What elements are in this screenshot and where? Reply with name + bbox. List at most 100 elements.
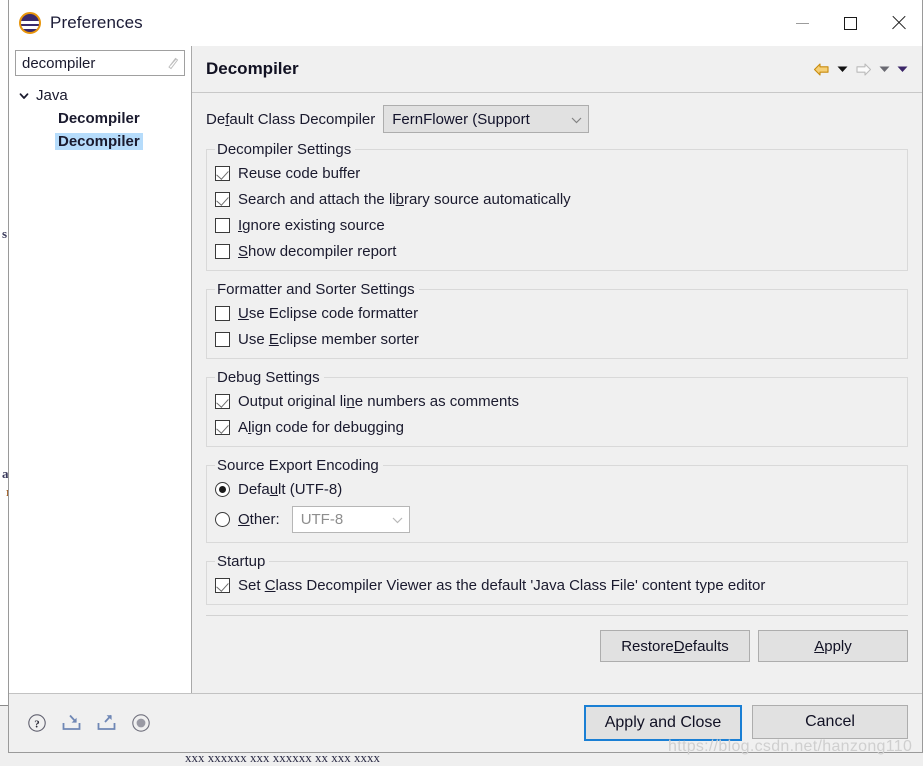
chevron-down-icon[interactable] [837,65,848,73]
page-button-row: Restore Defaults Apply [206,624,908,672]
window-title: Preferences [50,13,143,32]
footer-icon-group: ? [27,713,151,733]
tree-item-label: Decompiler [58,110,140,127]
preferences-sidebar: Java Decompiler Decompiler [9,46,191,693]
chevron-down-icon[interactable] [15,90,33,102]
maximize-button[interactable] [826,0,874,46]
checkbox-box[interactable] [215,577,230,593]
encoding-combo-value: UTF-8 [300,510,344,528]
title-bar: Preferences [9,0,922,46]
radio-other-encoding[interactable]: Other: UTF-8 [215,502,907,536]
default-class-decompiler-row: Default Class Decompiler FernFlower (Sup… [206,105,908,133]
page-nav-tools [813,62,912,77]
group-legend: Formatter and Sorter Settings [217,281,415,298]
tree-item-decompiler-1[interactable]: Decompiler [15,107,185,130]
checkbox-search-attach-library-source[interactable]: Search and attach the library source aut… [215,186,907,212]
minimize-icon [795,22,809,24]
preferences-dialog: Preferences decompiler Java Decompiler D… [8,0,923,753]
checkbox-align-code-for-debugging[interactable]: Align code for debugging [215,414,907,440]
checkbox-show-decompiler-report[interactable]: Show decompiler report [215,238,907,264]
page-header: Decompiler [192,46,922,93]
checkbox-reuse-code-buffer[interactable]: Reuse code buffer [215,160,907,186]
radio-label: Other: [238,510,280,528]
checkbox-label: Set Class Decompiler Viewer as the defau… [238,576,766,594]
page-content: Default Class Decompiler FernFlower (Sup… [192,93,922,693]
group-legend: Decompiler Settings [217,141,352,158]
checkbox-label: Use Eclipse code formatter [238,304,419,322]
arrow-left-icon[interactable] [813,62,830,77]
checkbox-box[interactable] [215,393,230,409]
checkbox-ignore-existing-source[interactable]: Ignore existing source [215,212,907,238]
background-char: s [2,226,8,241]
checkbox-box[interactable] [215,305,230,321]
encoding-combo[interactable]: UTF-8 [291,505,410,533]
group-debug-settings: Debug Settings Output original line numb… [206,369,908,447]
checkbox-box[interactable] [215,331,230,347]
checkbox-label: Reuse code buffer [238,164,361,182]
radio-box[interactable] [215,481,230,497]
checkbox-box[interactable] [215,165,230,181]
eclipse-logo-icon [19,12,41,34]
group-formatter-sorter-settings: Formatter and Sorter Settings Use Eclips… [206,281,908,359]
checkbox-label: Output original line numbers as comments [238,392,519,410]
page-title: Decompiler [206,59,299,78]
radio-label: Default (UTF-8) [238,480,343,498]
export-icon[interactable] [96,713,117,733]
checkbox-label: Use Eclipse member sorter [238,330,419,348]
svg-text:?: ? [34,718,40,730]
tree-item-label: Decompiler [55,133,143,150]
apply-and-close-button[interactable]: Apply and Close [584,705,742,741]
clear-icon[interactable] [166,56,180,70]
default-class-decompiler-label: Default Class Decompiler [206,110,376,128]
preferences-page: Decompiler Default Class Decompiler Fern… [191,46,922,693]
cancel-button[interactable]: Cancel [752,705,908,739]
apply-button[interactable]: Apply [758,630,908,662]
import-icon[interactable] [61,713,82,733]
checkbox-label: Search and attach the library source aut… [238,190,571,208]
group-legend: Source Export Encoding [217,457,379,474]
chevron-down-icon [392,511,403,528]
filter-input[interactable] [22,54,166,72]
tree-item-decompiler-2[interactable]: Decompiler [15,130,185,153]
dialog-body: Java Decompiler Decompiler Decompiler [9,46,922,693]
tree-item-java[interactable]: Java [15,84,185,107]
group-decompiler-settings: Decompiler Settings Reuse code buffer Se… [206,141,908,271]
filter-box[interactable] [15,50,185,76]
group-startup: Startup Set Class Decompiler Viewer as t… [206,553,908,605]
checkbox-label: Ignore existing source [238,216,385,234]
checkbox-label: Align code for debugging [238,418,404,436]
chevron-down-icon[interactable] [897,65,908,73]
arrow-right-icon [855,62,872,77]
checkbox-output-original-line-numbers[interactable]: Output original line numbers as comments [215,388,907,414]
minimize-button[interactable] [778,0,826,46]
checkbox-label: Show decompiler report [238,242,397,260]
radio-box[interactable] [215,511,230,527]
checkbox-box[interactable] [215,217,230,233]
chevron-down-icon[interactable] [879,65,890,73]
radio-default-utf8[interactable]: Default (UTF-8) [215,476,907,502]
group-legend: Startup [217,553,266,570]
default-class-decompiler-combo[interactable]: FernFlower (Support [383,105,590,133]
maximize-icon [843,16,857,30]
dialog-footer: ? Apply and Close Cancel [9,693,922,752]
title-bar-left: Preferences [9,12,143,34]
chevron-down-icon [571,111,582,128]
checkbox-set-class-decompiler-viewer-default[interactable]: Set Class Decompiler Viewer as the defau… [215,572,907,598]
footer-button-group: Apply and Close Cancel [584,705,908,741]
checkbox-use-eclipse-code-formatter[interactable]: Use Eclipse code formatter [215,300,907,326]
preferences-tree: Java Decompiler Decompiler [15,84,185,153]
window-controls [778,0,922,46]
checkbox-box[interactable] [215,191,230,207]
default-class-decompiler-value: FernFlower (Support [392,110,530,128]
checkbox-use-eclipse-member-sorter[interactable]: Use Eclipse member sorter [215,326,907,352]
close-icon [890,15,906,31]
group-source-export-encoding: Source Export Encoding Default (UTF-8) O… [206,457,908,543]
checkbox-box[interactable] [215,419,230,435]
restore-defaults-button[interactable]: Restore Defaults [600,630,750,662]
page-separator [206,615,908,616]
checkbox-box[interactable] [215,243,230,259]
close-button[interactable] [874,0,922,46]
record-icon[interactable] [131,713,151,733]
group-legend: Debug Settings [217,369,320,386]
help-icon[interactable]: ? [27,713,47,733]
